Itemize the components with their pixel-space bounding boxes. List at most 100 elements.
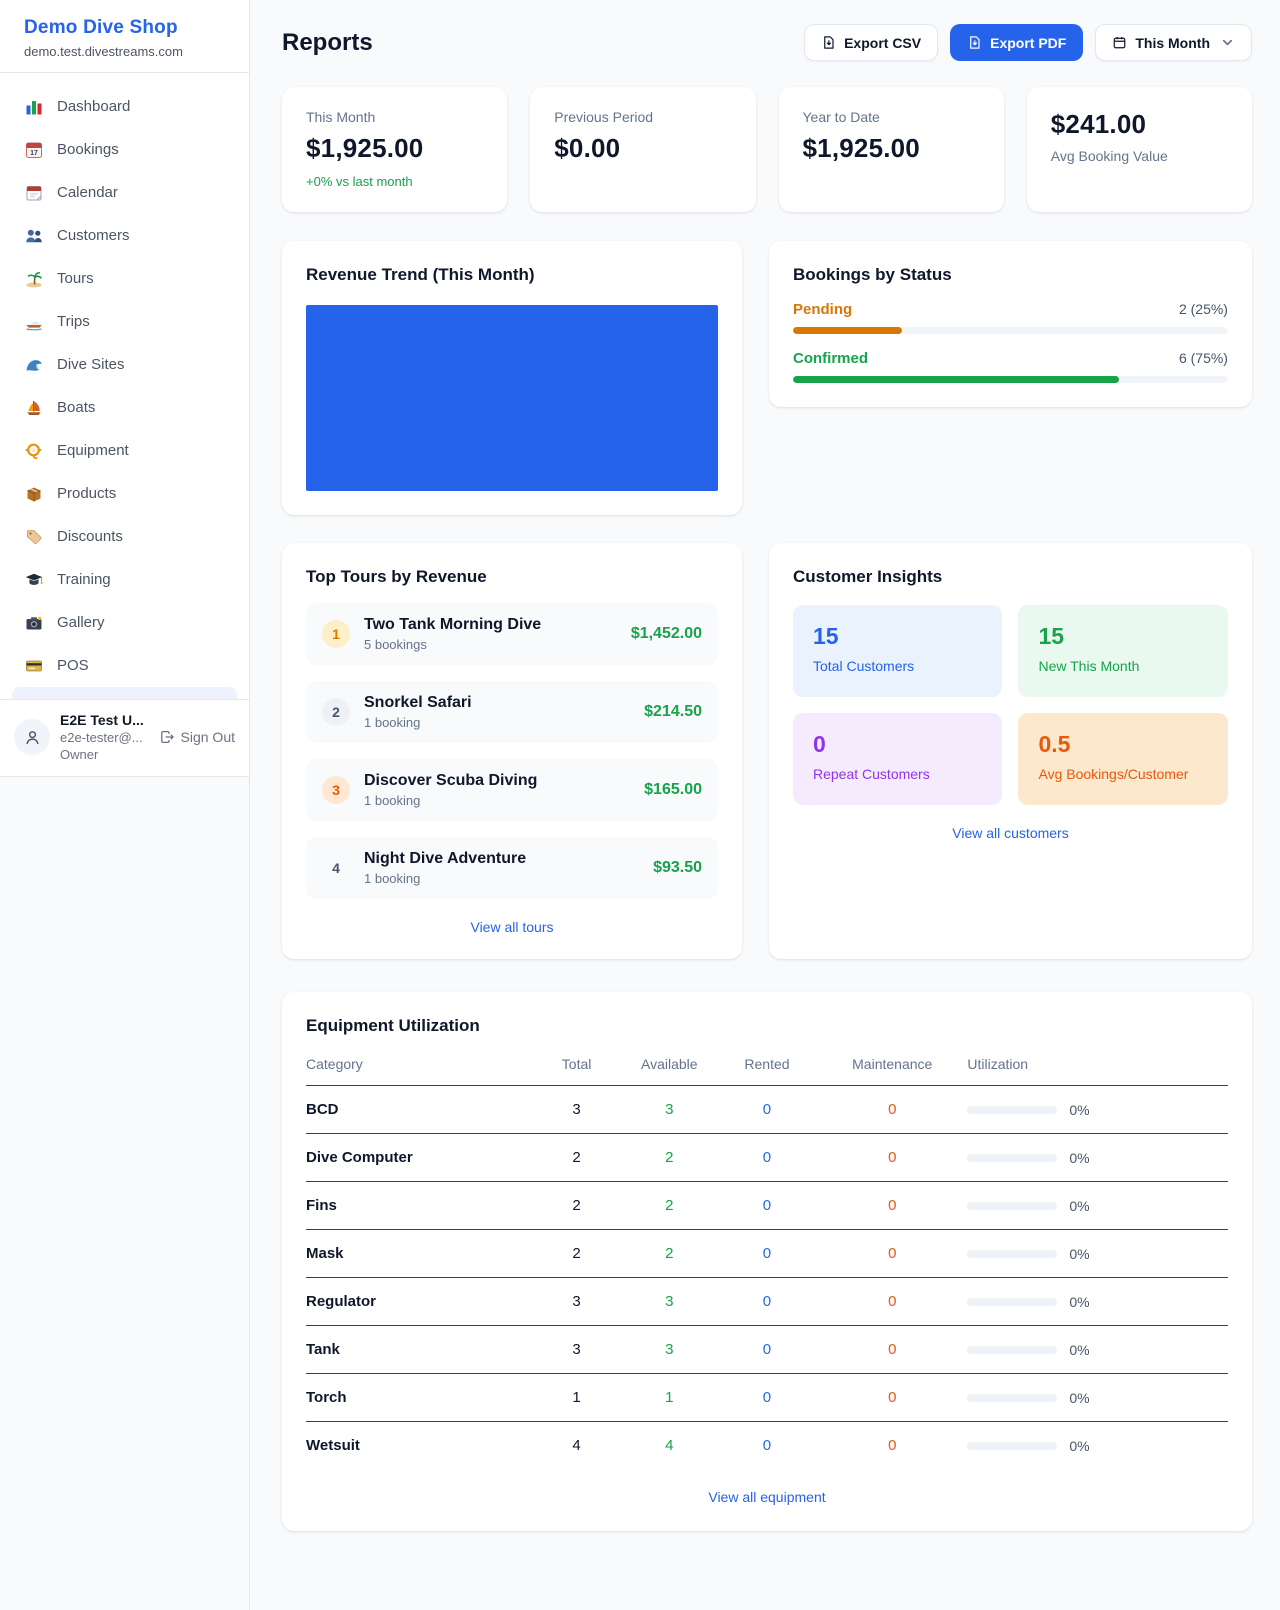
sign-out-button[interactable]: Sign Out — [159, 729, 235, 745]
sidebar-item-label: POS — [57, 657, 89, 674]
cell-total: 3 — [531, 1326, 621, 1374]
cell-rented: 0 — [717, 1230, 817, 1278]
sidebar-item-label: Trips — [57, 313, 90, 330]
cell-total: 4 — [531, 1422, 621, 1470]
status-bar-fill — [793, 327, 902, 334]
sidebar-item-equipment[interactable]: Equipment — [0, 429, 249, 472]
utilization-percent: 0% — [1069, 1342, 1089, 1358]
cell-total: 2 — [531, 1182, 621, 1230]
view-all-equipment-link[interactable]: View all equipment — [306, 1489, 1228, 1505]
tour-bookings: 1 booking — [364, 871, 639, 886]
export-pdf-label: Export PDF — [990, 35, 1066, 51]
sidebar-item-discounts[interactable]: Discounts — [0, 515, 249, 558]
cell-utilization: 0% — [967, 1134, 1228, 1182]
sidebar-item-label: Training — [57, 571, 111, 588]
utilization-percent: 0% — [1069, 1390, 1089, 1406]
sidebar-item-trips[interactable]: Trips — [0, 300, 249, 343]
sidebar-item-label: Customers — [57, 227, 130, 244]
cell-utilization: 0% — [967, 1374, 1228, 1422]
tile-label: Avg Bookings/Customer — [1038, 766, 1208, 782]
top-tours-card: Top Tours by Revenue 1 Two Tank Morning … — [282, 543, 742, 959]
sidebar-item-boats[interactable]: Boats — [0, 386, 249, 429]
page-title: Reports — [282, 29, 373, 57]
export-csv-button[interactable]: Export CSV — [804, 24, 938, 61]
sidebar-item-label: Tours — [57, 270, 94, 287]
stat-label: Avg Booking Value — [1051, 148, 1228, 164]
sidebar-item-dashboard[interactable]: Dashboard — [0, 85, 249, 128]
revenue-trend-title: Revenue Trend (This Month) — [306, 265, 718, 285]
cell-available: 3 — [622, 1086, 717, 1134]
export-pdf-button[interactable]: Export PDF — [950, 24, 1083, 61]
cell-utilization: 0% — [967, 1086, 1228, 1134]
sidebar-item-products[interactable]: Products — [0, 472, 249, 515]
cell-category: Torch — [306, 1374, 531, 1422]
column-header-rented: Rented — [717, 1056, 817, 1086]
status-bar-track — [793, 327, 1228, 334]
header-actions: Export CSV Export PDF This Month — [804, 24, 1252, 61]
period-dropdown[interactable]: This Month — [1095, 24, 1252, 61]
sidebar-item-pos[interactable]: POS — [0, 644, 249, 687]
rank-badge: 3 — [322, 776, 350, 804]
user-info: E2E Test U... e2e-tester@... Owner — [60, 712, 149, 762]
file-download-icon — [821, 35, 836, 50]
column-header-available: Available — [622, 1056, 717, 1086]
view-all-customers-link[interactable]: View all customers — [793, 825, 1228, 841]
cell-maintenance: 0 — [817, 1422, 967, 1470]
utilization-bar-track — [967, 1250, 1057, 1258]
column-header-utilization: Utilization — [967, 1056, 1228, 1086]
calendar-icon — [24, 183, 44, 203]
tile-repeat-customers: 0 Repeat Customers — [793, 713, 1002, 805]
cell-maintenance: 0 — [817, 1086, 967, 1134]
cell-category: Dive Computer — [306, 1134, 531, 1182]
stat-value: $1,925.00 — [803, 133, 980, 164]
file-download-icon — [967, 35, 982, 50]
nav-item-active-partial[interactable] — [12, 687, 237, 699]
stat-delta: +0% vs last month — [306, 174, 483, 189]
cell-utilization: 0% — [967, 1278, 1228, 1326]
tour-revenue: $1,452.00 — [631, 625, 702, 643]
sidebar-item-calendar[interactable]: Calendar — [0, 171, 249, 214]
column-header-total: Total — [531, 1056, 621, 1086]
sidebar-item-customers[interactable]: Customers — [0, 214, 249, 257]
sidebar-item-label: Products — [57, 485, 116, 502]
utilization-bar-track — [967, 1298, 1057, 1306]
cell-maintenance: 0 — [817, 1134, 967, 1182]
brand-name[interactable]: Demo Dive Shop — [24, 17, 225, 39]
export-csv-label: Export CSV — [844, 35, 921, 51]
dashboard-chart-icon — [24, 97, 44, 117]
cell-rented: 0 — [717, 1278, 817, 1326]
table-row: Torch 1 1 0 0 0% — [306, 1374, 1228, 1422]
bookings-calendar-icon: 17 — [24, 140, 44, 160]
sidebar-item-label: Dashboard — [57, 98, 130, 115]
status-label: Pending — [793, 301, 852, 318]
tile-value: 15 — [1038, 623, 1208, 650]
discounts-tag-icon — [24, 527, 44, 547]
cell-total: 1 — [531, 1374, 621, 1422]
sidebar-item-training[interactable]: Training — [0, 558, 249, 601]
tile-label: New This Month — [1038, 658, 1208, 674]
cell-available: 3 — [622, 1278, 717, 1326]
tour-name: Discover Scuba Diving — [364, 772, 537, 789]
view-all-tours-link[interactable]: View all tours — [306, 919, 718, 935]
sidebar-item-bookings[interactable]: 17 Bookings — [0, 128, 249, 171]
utilization-bar-track — [967, 1442, 1057, 1450]
table-row: Wetsuit 4 4 0 0 0% — [306, 1422, 1228, 1470]
sidebar-item-gallery[interactable]: Gallery — [0, 601, 249, 644]
sidebar-item-dive-sites[interactable]: Dive Sites — [0, 343, 249, 386]
cell-maintenance: 0 — [817, 1278, 967, 1326]
stats-grid: This Month $1,925.00 +0% vs last month P… — [282, 87, 1252, 212]
pos-card-icon — [24, 656, 44, 676]
sidebar-item-label: Calendar — [57, 184, 118, 201]
tour-revenue: $165.00 — [644, 781, 702, 799]
products-box-icon — [24, 484, 44, 504]
cell-rented: 0 — [717, 1182, 817, 1230]
customers-people-icon — [24, 226, 44, 246]
utilization-percent: 0% — [1069, 1102, 1089, 1118]
table-row: Mask 2 2 0 0 0% — [306, 1230, 1228, 1278]
tile-label: Total Customers — [813, 658, 982, 674]
table-row: Fins 2 2 0 0 0% — [306, 1182, 1228, 1230]
sidebar-panel: Demo Dive Shop demo.test.divestreams.com… — [0, 0, 249, 777]
sidebar-item-tours[interactable]: Tours — [0, 257, 249, 300]
tour-row: 4 Night Dive Adventure 1 booking $93.50 — [306, 837, 718, 899]
sidebar-item-label: Equipment — [57, 442, 129, 459]
